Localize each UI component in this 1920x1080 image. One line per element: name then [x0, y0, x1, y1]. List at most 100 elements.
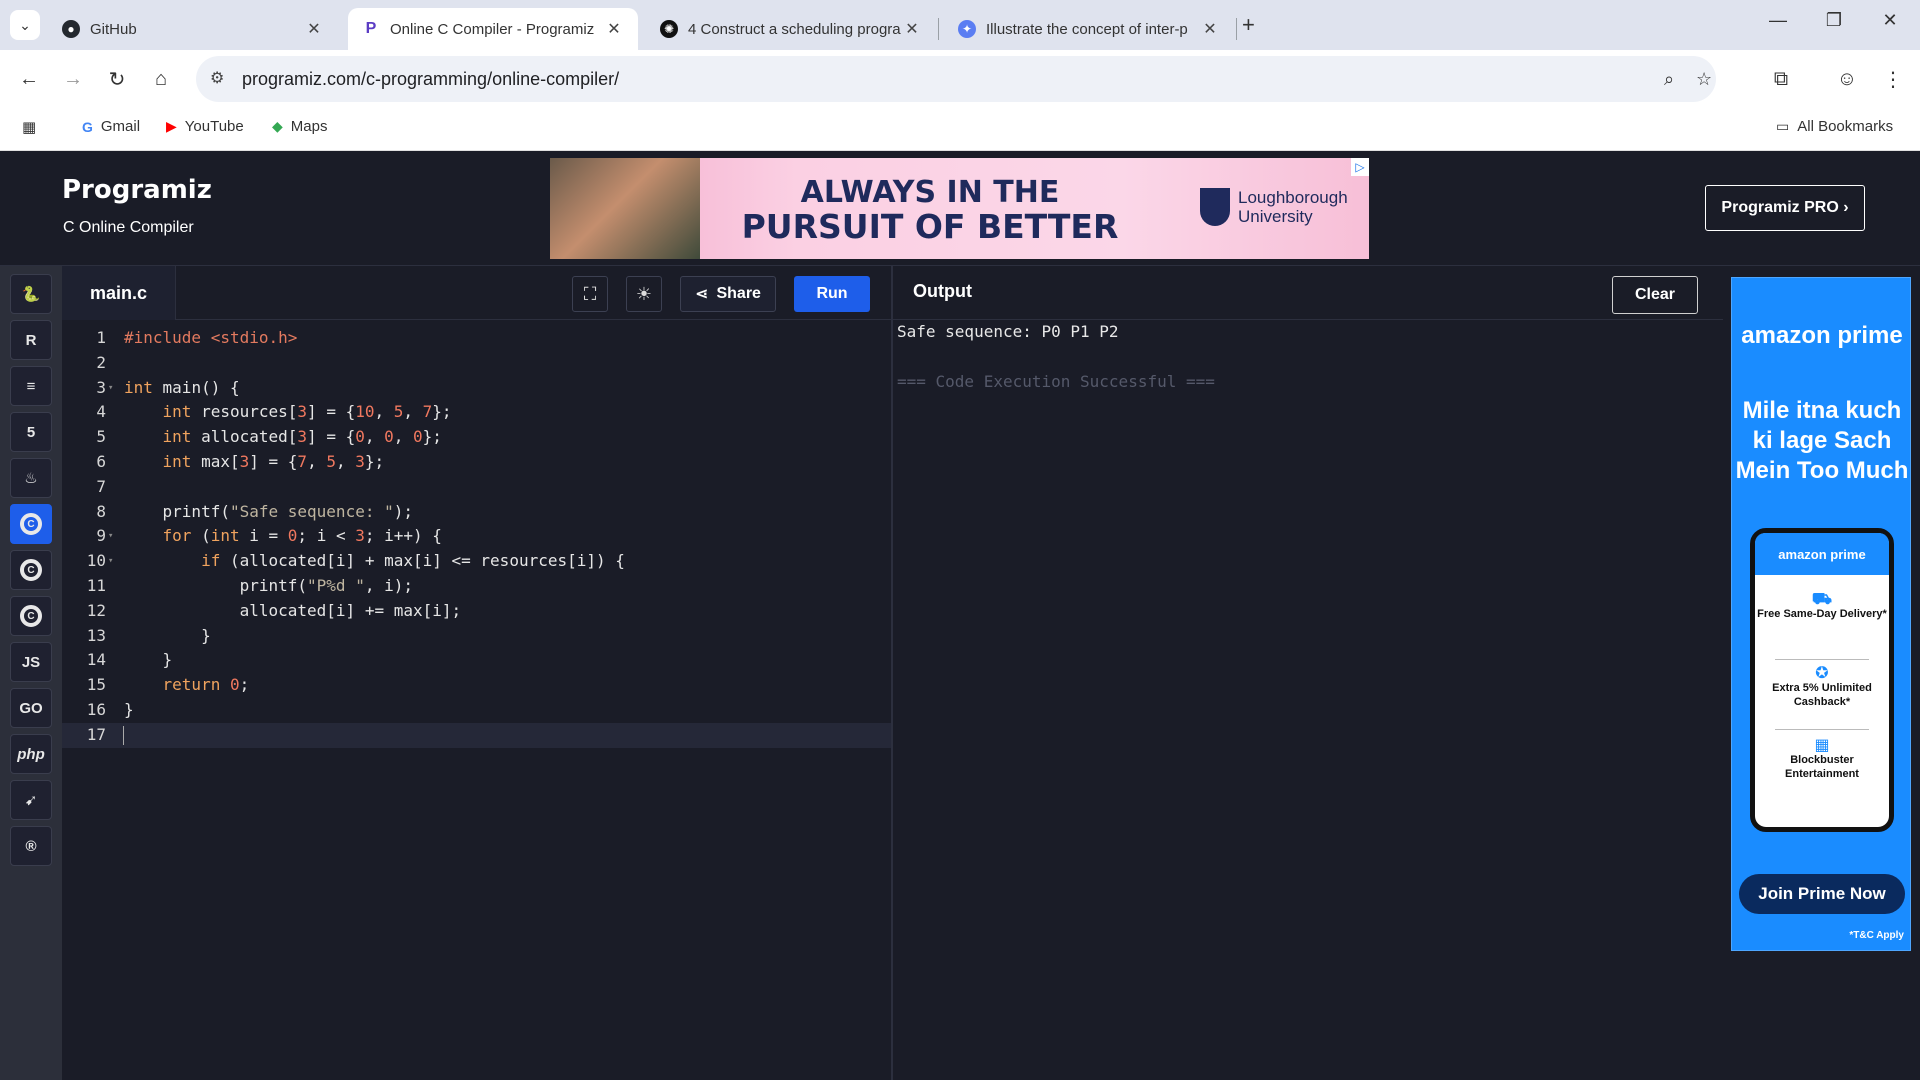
python-icon[interactable]: 🐍 [10, 274, 52, 314]
site-header: Programiz C Online Compiler ALWAYS IN TH… [0, 151, 1920, 266]
line-number: 14 [86, 650, 106, 670]
fullscreen-icon[interactable]: ⛶ [572, 276, 608, 312]
code-line[interactable]: 15 return 0; [62, 673, 892, 698]
fold-toggle-icon[interactable]: ▾ [108, 524, 113, 549]
share-button[interactable]: ⋖ Share [680, 276, 776, 312]
code-line[interactable]: 1 #include <stdio.h> [62, 326, 892, 351]
code-line[interactable]: 11 printf("P%d ", i); [62, 574, 892, 599]
code-line[interactable]: 4 int resources[3] = {10, 5, 7}; [62, 400, 892, 425]
all-bookmarks[interactable]: ▭ All Bookmarks [1776, 118, 1893, 135]
tab-search-button[interactable]: ⌄ [10, 10, 40, 40]
line-number: 11 [86, 576, 106, 595]
code-line[interactable]: 16} [62, 698, 892, 723]
side-ad[interactable]: amazon prime Mile itna kuch ki lage Sach… [1731, 277, 1911, 951]
tab-programiz[interactable]: P Online C Compiler - Programiz ✕ [348, 8, 638, 50]
code-text: allocated[i] += max[i]; [124, 600, 462, 620]
bookmark-gmail[interactable]: G Gmail [82, 118, 140, 135]
adchoices-icon[interactable]: ▷ [1351, 158, 1369, 176]
sql-icon[interactable]: ≡ [10, 366, 52, 406]
code-line[interactable]: 12 allocated[i] += max[i]; [62, 599, 892, 624]
github-icon: ● [62, 20, 80, 38]
close-tab-icon[interactable]: ✕ [902, 19, 922, 39]
code-line[interactable]: 10 ▾ if (allocated[i] + max[i] <= resourc… [62, 549, 892, 574]
code-line[interactable]: 7 [62, 475, 892, 500]
php-icon[interactable]: php [10, 734, 52, 774]
output-status: === Code Execution Successful === [897, 372, 1215, 391]
code-line[interactable]: 17 [62, 722, 892, 748]
programiz-logo[interactable]: Programiz [62, 175, 212, 205]
tab-gemini[interactable]: ✦ Illustrate the concept of inter-p ✕ [944, 8, 1234, 50]
line-number: 5 [96, 427, 106, 447]
apps-grid-icon[interactable]: ▦ [22, 118, 36, 136]
close-tab-icon[interactable]: ✕ [1200, 19, 1220, 39]
bookmarks-bar: ▦ G Gmail ▶ YouTube ◆ Maps ▭ All Bookmar… [0, 108, 1920, 151]
code-line[interactable]: 14 } [62, 648, 892, 673]
tab-chatgpt[interactable]: ✺ 4 Construct a scheduling progra ✕ [646, 8, 936, 50]
line-number: 3 [96, 377, 106, 397]
language-rail: 🐍 R ≡ 5 ♨ C C C JS GO php ➹ ® [0, 266, 62, 1080]
code-line[interactable]: 3 ▾ int main() { [62, 376, 892, 401]
star-icon[interactable]: ☆ [1696, 69, 1712, 90]
gemini-icon: ✦ [958, 20, 976, 38]
run-button[interactable]: Run [794, 276, 870, 312]
swift-icon[interactable]: ➹ [10, 780, 52, 820]
back-icon[interactable]: ← [14, 64, 44, 94]
line-number: 12 [86, 600, 106, 620]
profile-avatar[interactable]: ☺ [1832, 64, 1862, 94]
go-icon[interactable]: GO [10, 688, 52, 728]
feature-entertainment: ▦ Blockbuster Entertainment [1755, 738, 1889, 781]
theme-toggle-icon[interactable]: ☀ [626, 276, 662, 312]
maps-icon: ◆ [272, 118, 283, 134]
editor-toolbar: main.c ⛶ ☀ ⋖ Share Run [62, 266, 892, 320]
fold-toggle-icon[interactable]: ▾ [108, 376, 113, 401]
line-number: 15 [86, 675, 106, 695]
feature-delivery: ⛟ Free Same-Day Delivery* [1755, 592, 1889, 621]
join-prime-button[interactable]: Join Prime Now [1739, 874, 1905, 914]
page-subtitle: C Online Compiler [63, 219, 194, 236]
html-icon[interactable]: 5 [10, 412, 52, 452]
code-line[interactable]: 13 } [62, 624, 892, 649]
code-editor[interactable]: 1 #include <stdio.h> 2 3 ▾ int main() {4 int … [62, 320, 892, 1080]
extensions-icon[interactable]: ⧉ [1766, 64, 1796, 94]
menu-icon[interactable]: ⋮ [1878, 64, 1908, 94]
programiz-pro-button[interactable]: Programiz PRO › [1705, 185, 1865, 231]
output-console[interactable]: Safe sequence: P0 P1 P2 === Code Executi… [893, 320, 1723, 1080]
cpp-icon[interactable]: C [10, 550, 52, 590]
javascript-icon[interactable]: JS [10, 642, 52, 682]
r-icon[interactable]: R [10, 320, 52, 360]
close-tab-icon[interactable]: ✕ [604, 19, 624, 39]
url-text[interactable]: programiz.com/c-programming/online-compi… [242, 69, 619, 90]
c-icon[interactable]: C [10, 504, 52, 544]
forward-icon[interactable]: → [58, 64, 88, 94]
code-line[interactable]: 6 int max[3] = {7, 5, 3}; [62, 450, 892, 475]
line-number: 17 [86, 724, 106, 744]
rust-icon[interactable]: ® [10, 826, 52, 866]
file-tab-main-c[interactable]: main.c [62, 266, 176, 320]
code-line[interactable]: 8 printf("Safe sequence: "); [62, 500, 892, 525]
zoom-icon[interactable]: ⌕ [1664, 69, 1674, 90]
java-icon[interactable]: ♨ [10, 458, 52, 498]
new-tab-button[interactable]: + [1242, 12, 1255, 38]
reload-icon[interactable]: ↻ [102, 64, 132, 94]
site-info-icon[interactable]: ⚙ [210, 68, 224, 88]
minimize-icon[interactable]: — [1758, 10, 1798, 31]
line-number: 7 [96, 476, 106, 496]
close-tab-icon[interactable]: ✕ [304, 19, 324, 39]
code-text: printf("Safe sequence: "); [124, 501, 413, 521]
line-number: 13 [86, 625, 106, 645]
restore-icon[interactable]: ❐ [1814, 10, 1854, 31]
code-line[interactable]: 2 [62, 351, 892, 376]
clear-button[interactable]: Clear [1612, 276, 1698, 314]
csharp-icon[interactable]: C [10, 596, 52, 636]
address-bar[interactable]: ⚙ programiz.com/c-programming/online-com… [196, 56, 1716, 102]
code-line[interactable]: 9 ▾ for (int i = 0; i < 3; i++) { [62, 524, 892, 549]
line-number: 2 [96, 352, 106, 372]
code-line[interactable]: 5 int allocated[3] = {0, 0, 0}; [62, 425, 892, 450]
tab-github[interactable]: ● GitHub ✕ [48, 8, 338, 50]
top-ad-banner[interactable]: ALWAYS IN THE PURSUIT OF BETTER Loughbor… [550, 158, 1369, 259]
fold-toggle-icon[interactable]: ▾ [108, 549, 113, 574]
home-icon[interactable]: ⌂ [146, 64, 176, 94]
bookmark-maps[interactable]: ◆ Maps [272, 118, 327, 135]
bookmark-youtube[interactable]: ▶ YouTube [166, 118, 244, 135]
close-window-icon[interactable]: ✕ [1870, 10, 1910, 31]
